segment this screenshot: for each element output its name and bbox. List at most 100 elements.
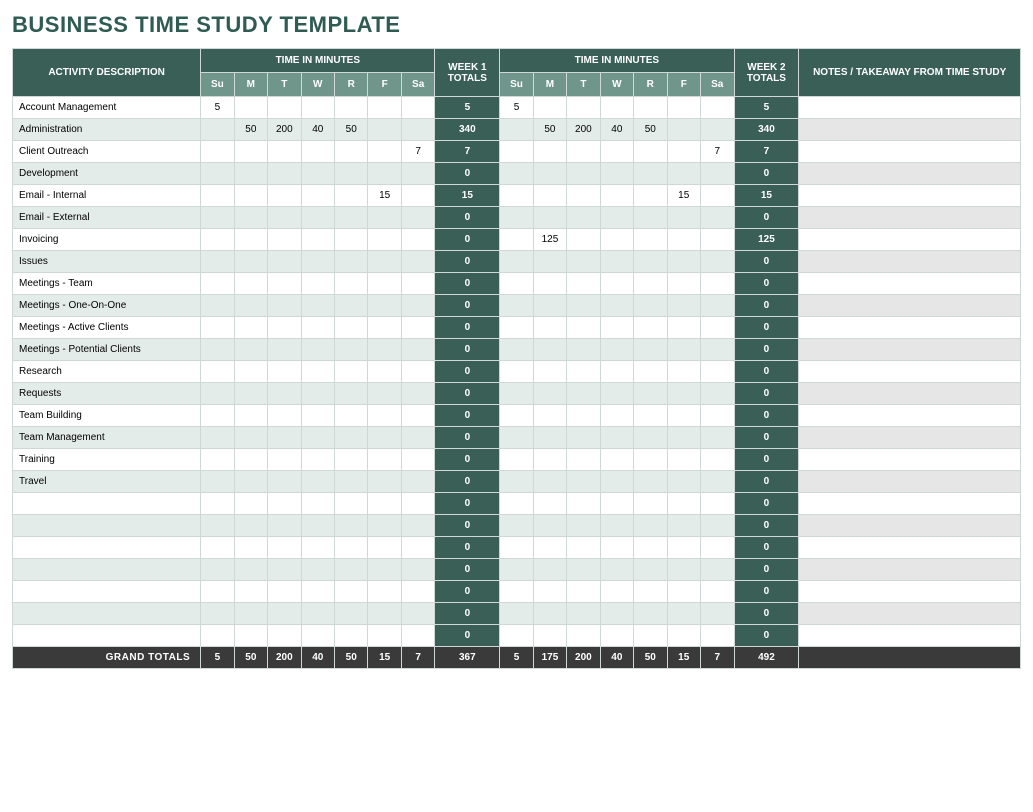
day-cell[interactable] (567, 295, 600, 317)
day-cell[interactable] (401, 515, 435, 537)
day-cell[interactable] (500, 625, 533, 647)
activity-description-cell[interactable]: Meetings - Active Clients (13, 317, 201, 339)
day-cell[interactable] (368, 449, 401, 471)
day-cell[interactable] (533, 383, 566, 405)
day-cell[interactable] (368, 427, 401, 449)
day-cell[interactable] (268, 229, 301, 251)
day-cell[interactable] (201, 361, 234, 383)
day-cell[interactable] (234, 471, 267, 493)
day-cell[interactable] (401, 119, 435, 141)
day-cell[interactable] (533, 207, 566, 229)
day-cell[interactable] (401, 559, 435, 581)
day-cell[interactable] (301, 361, 334, 383)
day-cell[interactable] (334, 185, 367, 207)
day-cell[interactable] (401, 383, 435, 405)
day-cell[interactable] (368, 251, 401, 273)
day-cell[interactable] (301, 295, 334, 317)
day-cell[interactable] (533, 427, 566, 449)
day-cell[interactable]: 40 (301, 119, 334, 141)
day-cell[interactable] (201, 207, 234, 229)
day-cell[interactable] (301, 383, 334, 405)
day-cell[interactable] (368, 471, 401, 493)
day-cell[interactable] (368, 383, 401, 405)
day-cell[interactable] (301, 537, 334, 559)
day-cell[interactable] (301, 317, 334, 339)
day-cell[interactable] (368, 537, 401, 559)
day-cell[interactable] (567, 141, 600, 163)
day-cell[interactable] (368, 493, 401, 515)
day-cell[interactable] (700, 405, 734, 427)
day-cell[interactable] (201, 493, 234, 515)
day-cell[interactable] (667, 537, 700, 559)
day-cell[interactable] (268, 405, 301, 427)
day-cell[interactable] (533, 537, 566, 559)
day-cell[interactable] (600, 427, 633, 449)
day-cell[interactable] (234, 603, 267, 625)
day-cell[interactable] (567, 317, 600, 339)
day-cell[interactable] (334, 603, 367, 625)
notes-cell[interactable] (799, 449, 1021, 471)
day-cell[interactable] (667, 515, 700, 537)
day-cell[interactable] (500, 141, 533, 163)
day-cell[interactable] (533, 273, 566, 295)
day-cell[interactable] (234, 361, 267, 383)
day-cell[interactable] (634, 317, 667, 339)
day-cell[interactable] (700, 581, 734, 603)
notes-cell[interactable] (799, 185, 1021, 207)
day-cell[interactable] (533, 559, 566, 581)
day-cell[interactable] (667, 383, 700, 405)
day-cell[interactable] (401, 493, 435, 515)
day-cell[interactable] (533, 97, 566, 119)
day-cell[interactable] (334, 581, 367, 603)
notes-cell[interactable] (799, 383, 1021, 405)
day-cell[interactable] (234, 185, 267, 207)
day-cell[interactable] (368, 339, 401, 361)
day-cell[interactable] (700, 471, 734, 493)
day-cell[interactable] (634, 471, 667, 493)
day-cell[interactable] (500, 273, 533, 295)
day-cell[interactable] (234, 229, 267, 251)
day-cell[interactable] (500, 603, 533, 625)
day-cell[interactable] (567, 449, 600, 471)
day-cell[interactable] (401, 185, 435, 207)
day-cell[interactable] (634, 603, 667, 625)
day-cell[interactable] (634, 383, 667, 405)
day-cell[interactable] (567, 207, 600, 229)
day-cell[interactable] (600, 141, 633, 163)
activity-description-cell[interactable]: Client Outreach (13, 141, 201, 163)
day-cell[interactable] (700, 603, 734, 625)
day-cell[interactable] (268, 339, 301, 361)
day-cell[interactable] (301, 449, 334, 471)
day-cell[interactable] (301, 581, 334, 603)
day-cell[interactable] (201, 471, 234, 493)
day-cell[interactable] (201, 427, 234, 449)
day-cell[interactable] (600, 295, 633, 317)
day-cell[interactable] (634, 515, 667, 537)
day-cell[interactable] (700, 163, 734, 185)
day-cell[interactable] (500, 185, 533, 207)
day-cell[interactable] (401, 295, 435, 317)
day-cell[interactable] (234, 537, 267, 559)
day-cell[interactable] (667, 317, 700, 339)
day-cell[interactable] (401, 361, 435, 383)
day-cell[interactable] (667, 471, 700, 493)
activity-description-cell[interactable]: Invoicing (13, 229, 201, 251)
activity-description-cell[interactable] (13, 515, 201, 537)
day-cell[interactable] (301, 273, 334, 295)
day-cell[interactable] (567, 581, 600, 603)
day-cell[interactable] (401, 207, 435, 229)
day-cell[interactable] (667, 493, 700, 515)
day-cell[interactable] (700, 559, 734, 581)
day-cell[interactable] (201, 295, 234, 317)
day-cell[interactable] (567, 427, 600, 449)
day-cell[interactable] (533, 471, 566, 493)
day-cell[interactable] (634, 449, 667, 471)
day-cell[interactable] (201, 581, 234, 603)
day-cell[interactable] (533, 185, 566, 207)
notes-cell[interactable] (799, 273, 1021, 295)
day-cell[interactable]: 50 (634, 119, 667, 141)
notes-cell[interactable] (799, 537, 1021, 559)
day-cell[interactable] (201, 515, 234, 537)
day-cell[interactable] (533, 339, 566, 361)
day-cell[interactable] (700, 317, 734, 339)
